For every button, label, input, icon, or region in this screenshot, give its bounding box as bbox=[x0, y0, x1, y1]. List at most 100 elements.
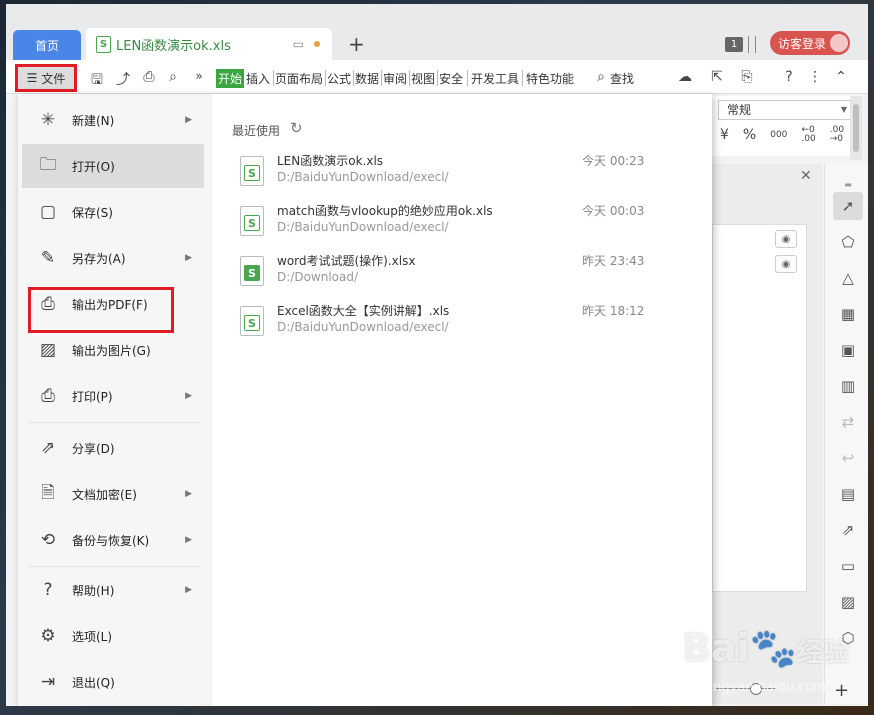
refresh-icon[interactable]: ↻ bbox=[290, 119, 303, 137]
spreadsheet-icon: S bbox=[240, 156, 264, 186]
save-quick-icon[interactable]: 🖫 bbox=[88, 69, 106, 93]
menu-item-export-image[interactable]: ▨ 输出为图片(G) bbox=[22, 328, 204, 372]
share-out-icon[interactable]: ⇗ bbox=[833, 516, 863, 544]
zoom-in-icon[interactable]: + bbox=[834, 680, 849, 701]
recent-file-item[interactable]: S word考试试题(操作).xlsx D:/Download/ 昨天 23:4… bbox=[240, 252, 650, 296]
menu-item-encrypt[interactable]: 🗎 文档加密(E) ▶ bbox=[22, 472, 204, 516]
help-toolbar-icon[interactable]: ? bbox=[780, 69, 798, 85]
image-export-icon: ▨ bbox=[39, 340, 57, 360]
menu-item-new[interactable]: ✳ 新建(N) ▶ bbox=[22, 98, 204, 142]
save-as-icon: ✎ bbox=[40, 248, 56, 268]
transfer-icon[interactable]: ⇄ bbox=[833, 408, 863, 436]
save-icon: ▢ bbox=[39, 202, 57, 222]
tab-developer[interactable]: 开发工具 bbox=[471, 70, 519, 87]
recent-file-item[interactable]: S match函数与vlookup的绝妙应用ok.xls D:/BaiduYun… bbox=[240, 202, 650, 246]
recent-title: 最近使用 bbox=[232, 124, 281, 138]
image-icon[interactable]: ▨ bbox=[833, 588, 863, 616]
main-toolbar: ☰ 文件 🖫 ⤴ ⎙ ⌕ » 开始 插入 页面布局 公式 数据 审阅 视图 安全… bbox=[6, 60, 868, 94]
menu-item-help[interactable]: ? 帮助(H) ▶ bbox=[22, 568, 204, 612]
monitor-icon[interactable]: ▭ bbox=[293, 37, 304, 51]
export-icon[interactable]: ⇱ bbox=[708, 69, 726, 85]
apps-grid-icon[interactable]: ▣ bbox=[833, 336, 863, 364]
folder-icon: 🗀 bbox=[39, 154, 57, 175]
chart-icon[interactable]: ▥ bbox=[833, 372, 863, 400]
menu-item-open[interactable]: 🗀 打开(O) bbox=[22, 144, 204, 188]
layout-icon[interactable] bbox=[748, 36, 756, 53]
menu-divider bbox=[325, 70, 326, 86]
share-quick-icon[interactable]: ⤴ bbox=[114, 69, 132, 89]
tab-features[interactable]: 特色功能 bbox=[526, 70, 574, 87]
share-icon: ⇗ bbox=[40, 438, 56, 458]
eye-icon[interactable]: ◉ bbox=[775, 230, 797, 248]
currency-icon[interactable]: ¥ bbox=[720, 127, 729, 143]
tab-view[interactable]: 视图 bbox=[411, 70, 435, 87]
menu-item-share[interactable]: ⇗ 分享(D) bbox=[22, 426, 204, 470]
print-quick-icon[interactable]: ⎙ bbox=[140, 69, 158, 85]
decrease-decimal-icon[interactable]: .00 →0 bbox=[830, 126, 844, 144]
ribbon-scrollbar[interactable] bbox=[850, 96, 862, 160]
recent-file-name: Excel函数大全【实例讲解】.xls bbox=[277, 304, 450, 318]
menu-item-options[interactable]: ⚙ 选项(L) bbox=[22, 614, 204, 658]
number-format-select[interactable]: 常规 ▼ bbox=[718, 100, 854, 120]
menu-item-backup[interactable]: ⟲ 备份与恢复(K) ▶ bbox=[22, 518, 204, 562]
thousands-icon[interactable]: 000 bbox=[770, 130, 787, 140]
collaborate-icon[interactable]: ⎘ bbox=[738, 69, 756, 85]
guest-login-button[interactable]: 访客登录 bbox=[770, 31, 850, 55]
menu-item-save[interactable]: ▢ 保存(S) bbox=[22, 190, 204, 234]
recent-file-item[interactable]: S Excel函数大全【实例讲解】.xls D:/BaiduYunDownloa… bbox=[240, 302, 650, 346]
more-chevron-icon[interactable]: » bbox=[190, 69, 208, 83]
menu-divider bbox=[409, 70, 410, 86]
tab-home[interactable]: 首页 bbox=[13, 30, 81, 60]
close-pane-icon[interactable]: ✕ bbox=[800, 168, 812, 184]
tab-review[interactable]: 审阅 bbox=[383, 70, 407, 87]
select-cursor-icon[interactable]: ➚ bbox=[833, 192, 863, 220]
recent-file-path: D:/BaiduYunDownload/execl/ bbox=[277, 220, 449, 234]
window-count-badge[interactable]: 1 bbox=[725, 37, 743, 52]
menu-item-exit[interactable]: ⇥ 退出(Q) bbox=[22, 660, 204, 704]
menu-item-save-as[interactable]: ✎ 另存为(A) ▶ bbox=[22, 236, 204, 280]
tab-start[interactable]: 开始 bbox=[216, 69, 245, 88]
print-preview-icon[interactable]: ⌕ bbox=[164, 69, 182, 85]
tab-formula[interactable]: 公式 bbox=[327, 70, 351, 87]
collapse-ribbon-icon[interactable]: ⌃ bbox=[832, 69, 850, 85]
menu-item-label: 退出(Q) bbox=[72, 675, 115, 690]
tab-security[interactable]: 安全 bbox=[439, 70, 463, 87]
menu-item-print[interactable]: ⎙ 打印(P) ▶ bbox=[22, 374, 204, 418]
unsaved-dot bbox=[314, 41, 320, 47]
cloud-icon[interactable]: ☁ bbox=[676, 69, 694, 85]
search-label[interactable]: 查找 bbox=[610, 70, 634, 87]
baidu-watermark: Bai🐾经验 bbox=[682, 626, 849, 670]
eye-icon[interactable]: ◉ bbox=[775, 255, 797, 273]
tab-document[interactable]: S LEN函数演示ok.xls ▭ bbox=[86, 28, 332, 60]
backup-icon: ⟲ bbox=[40, 530, 56, 550]
menu-item-label: 帮助(H) bbox=[72, 583, 115, 598]
exit-icon: ⇥ bbox=[40, 672, 56, 692]
percent-icon[interactable]: % bbox=[743, 127, 756, 143]
picture-icon[interactable]: ▤ bbox=[833, 480, 863, 508]
menu-divider bbox=[437, 70, 438, 86]
table-icon[interactable]: ▦ bbox=[833, 300, 863, 328]
menu-item-label: 选项(L) bbox=[72, 629, 113, 644]
undo-arrow-icon[interactable]: ↩ bbox=[833, 444, 863, 472]
search-icon[interactable]: ⌕ bbox=[592, 69, 610, 85]
archive-icon[interactable]: ▭ bbox=[833, 552, 863, 580]
more-options-icon[interactable]: ⋮ bbox=[806, 69, 824, 85]
recent-file-item[interactable]: S LEN函数演示ok.xls D:/BaiduYunDownload/exec… bbox=[240, 152, 650, 196]
recent-file-path: D:/Download/ bbox=[277, 270, 359, 284]
menu-item-label: 保存(S) bbox=[72, 205, 113, 220]
spreadsheet-icon: S bbox=[240, 306, 264, 336]
tab-insert[interactable]: 插入 bbox=[246, 70, 270, 87]
tab-page-layout[interactable]: 页面布局 bbox=[275, 70, 323, 87]
chevron-right-icon: ▶ bbox=[185, 115, 192, 125]
wps-window: ─ □ ✕ 首页 S LEN函数演示ok.xls ▭ + 1 访客登录 ☰ 文件… bbox=[6, 4, 868, 706]
increase-decimal-icon[interactable]: ←0 .00 bbox=[801, 126, 815, 144]
style-icon[interactable]: △ bbox=[833, 264, 863, 292]
help-icon: ? bbox=[43, 580, 53, 600]
tab-data[interactable]: 数据 bbox=[355, 70, 379, 87]
chevron-right-icon: ▶ bbox=[185, 391, 192, 401]
shapes-icon[interactable]: ⬠ bbox=[833, 228, 863, 256]
menu-divider bbox=[273, 70, 274, 86]
encrypt-icon: 🗎 bbox=[41, 482, 55, 503]
menu-divider bbox=[28, 566, 200, 567]
new-tab-button[interactable]: + bbox=[348, 32, 365, 56]
